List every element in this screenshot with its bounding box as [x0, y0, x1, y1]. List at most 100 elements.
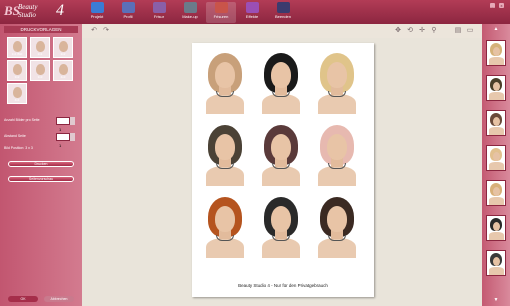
crosshair-icon[interactable]: ✛ [418, 27, 426, 35]
print-template-thumb[interactable]: 4x3 [53, 60, 73, 81]
print-page: Beauty Studio 4 - Nur für den Privatgebr… [192, 43, 374, 297]
page-margin-label: Abstand Seite [4, 134, 26, 138]
face [271, 206, 291, 232]
image-position-label: Bild Position: 3 x 3 [4, 146, 33, 150]
hairstyle-thumb[interactable] [486, 250, 506, 276]
template-label: 1x1 Bild [11, 52, 23, 56]
face [493, 117, 500, 126]
logo-version: 4 [56, 2, 64, 19]
toolbar-button-label: Frisuren [213, 14, 229, 19]
hairstyle-thumb[interactable] [486, 180, 506, 206]
hairstyle-thumb[interactable] [486, 75, 506, 101]
template-preview [13, 87, 22, 98]
face [493, 257, 500, 266]
shoulders [262, 94, 300, 114]
template-preview [36, 41, 45, 52]
toolbar-button-projekt[interactable]: Projekt [82, 2, 112, 23]
exit-icon [276, 2, 290, 13]
hairstyle-thumb[interactable] [486, 40, 506, 66]
profile-icon [121, 2, 135, 13]
scroll-up-icon[interactable]: ▲ [492, 27, 500, 32]
shoulders [489, 127, 504, 135]
template-label: 3x3 [37, 75, 43, 79]
template-label: 2x1 [37, 52, 43, 56]
toolbar-button-label: Effekte [245, 14, 259, 19]
toolbar-button-beenden[interactable]: Beenden [268, 2, 298, 23]
shoulders [262, 166, 300, 186]
toolbar-button-label: Make-up [182, 14, 198, 19]
print-template-thumb[interactable]: 3x3 [30, 60, 50, 81]
close-button[interactable]: x [499, 3, 504, 8]
toolbar-button-frisur[interactable]: Frisur [144, 2, 174, 23]
hairstyles-gallery-icon [214, 2, 228, 13]
hairstyle-thumb[interactable] [486, 145, 506, 171]
hairstyle-portrait [312, 51, 362, 115]
app-logo: BS Beauty Studio 4 [4, 2, 72, 22]
template-preview [59, 41, 68, 52]
shoulders [262, 238, 300, 258]
page-caption: Beauty Studio 4 - Nur für den Privatgebr… [238, 283, 328, 288]
project-icon [90, 2, 104, 13]
page-margin-input[interactable]: 1 [56, 133, 70, 148]
shoulders [489, 57, 504, 65]
toolbar-button-effekte[interactable]: Effekte [237, 2, 267, 23]
effects-icon [245, 2, 259, 13]
print-button[interactable]: Drucken [8, 161, 74, 167]
template-preview [13, 64, 22, 75]
face [215, 206, 235, 232]
print-template-thumb[interactable]: 2x2 [53, 37, 73, 58]
rotate-icon[interactable]: ⟲ [406, 27, 414, 35]
minimize-button[interactable]: _ [490, 3, 495, 8]
grid-view-icon[interactable]: ▤ [454, 27, 462, 35]
hairstyle-icon [152, 2, 166, 13]
face [493, 82, 500, 91]
zoom-icon[interactable]: ⚲ [430, 27, 438, 35]
hairstyle-thumb[interactable] [486, 110, 506, 136]
page-margin-stepper[interactable] [70, 133, 75, 141]
shoulders [489, 267, 504, 275]
ok-button[interactable]: OK [8, 296, 38, 302]
print-template-thumb[interactable]: 1x1 Bild [7, 37, 27, 58]
print-template-thumb[interactable]: 4x4 [7, 83, 27, 104]
face [271, 134, 291, 160]
template-preview [59, 64, 68, 75]
hairstyle-thumb[interactable] [486, 215, 506, 241]
toolbar-button-label: Projekt [90, 14, 104, 19]
shoulders [318, 238, 356, 258]
template-preview [13, 41, 22, 52]
print-template-thumb[interactable]: 2x1 [30, 37, 50, 58]
hairstyle-portrait [256, 195, 306, 259]
face [215, 134, 235, 160]
images-per-page-input[interactable]: 1 [56, 117, 70, 132]
top-toolbar: BS Beauty Studio 4 Projekt Profil Frisur Mak… [0, 0, 510, 24]
toolbar-button-label: Profil [123, 14, 133, 19]
face [327, 62, 347, 88]
page-preview-button[interactable]: Seitenvorschau [8, 176, 74, 182]
images-per-page-label: Anzahl Bilder pro Seite [4, 118, 40, 122]
undo-icon[interactable]: ↶ [90, 27, 98, 35]
print-template-thumb[interactable]: 3x2 [7, 60, 27, 81]
template-preview [36, 64, 45, 75]
redo-icon[interactable]: ↷ [102, 27, 110, 35]
cancel-button[interactable]: Abbrechen [44, 296, 74, 302]
images-per-page-stepper[interactable] [70, 117, 75, 125]
shoulders [206, 166, 244, 186]
template-label: 3x2 [14, 75, 20, 79]
logo-line2: Studio [18, 11, 36, 19]
face [327, 134, 347, 160]
toolbar-button-frisuren[interactable]: Frisuren [206, 2, 236, 23]
face [271, 62, 291, 88]
hairstyle-portrait [200, 195, 250, 259]
canvas-toolbar: ↶ ↷ ✥ ⟲ ✛ ⚲ ▤ ▭ [82, 24, 482, 39]
toolbar-button-make-up[interactable]: Make-up [175, 2, 205, 23]
move-icon[interactable]: ✥ [394, 27, 402, 35]
shoulders [206, 238, 244, 258]
single-view-icon[interactable]: ▭ [466, 27, 474, 35]
template-label: 4x3 [60, 75, 66, 79]
toolbar-button-label: Frisur [153, 14, 165, 19]
shoulders [206, 94, 244, 114]
makeup-icon [183, 2, 197, 13]
scroll-down-icon[interactable]: ▼ [492, 298, 500, 303]
toolbar-button-profil[interactable]: Profil [113, 2, 143, 23]
hairstyle-portrait [200, 123, 250, 187]
